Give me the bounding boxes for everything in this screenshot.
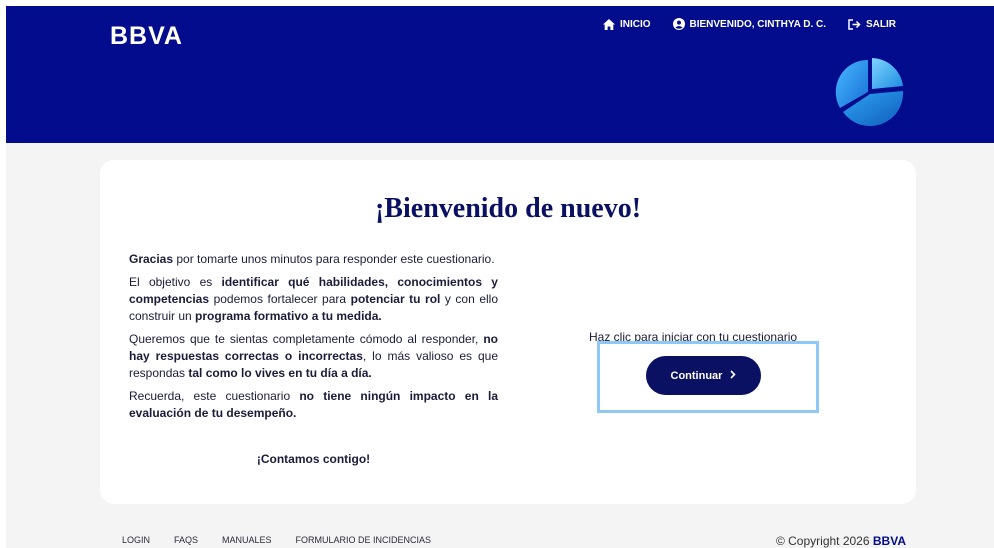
pie-chart-icon: [834, 56, 906, 128]
footer: LOGIN FAQS MANUALES FORMULARIO DE INCIDE…: [0, 534, 994, 548]
intro-paragraph-4: Recuerda, este cuestionario no tiene nin…: [129, 389, 498, 420]
intro-paragraph-2: El objetivo es identificar qué habilidad…: [129, 275, 498, 323]
footer-link-faqs[interactable]: FAQS: [174, 535, 198, 545]
welcome-card: ¡Bienvenido de nuevo! Gracias por tomart…: [100, 160, 916, 504]
intro-text: Gracias por tomarte unos minutos para re…: [129, 251, 498, 428]
page-title: ¡Bienvenido de nuevo!: [374, 193, 642, 224]
top-navigation: INICIO BIENVENIDO, CINTHYA D. C. SALIR: [602, 18, 896, 30]
copyright-brand: BBVA: [872, 534, 906, 548]
copyright: © Copyright 2026 BBVA: [776, 534, 906, 548]
footer-link-login[interactable]: LOGIN: [122, 535, 150, 545]
bbva-logo[interactable]: BBVA: [110, 22, 183, 51]
copyright-text: © Copyright 2026: [775, 534, 873, 548]
footer-link-incidencias[interactable]: FORMULARIO DE INCIDENCIAS: [296, 535, 432, 545]
footer-links: LOGIN FAQS MANUALES FORMULARIO DE INCIDE…: [122, 535, 431, 545]
nav-logout-label: SALIR: [866, 18, 896, 30]
user-circle-icon: [672, 18, 685, 30]
logout-icon: [848, 18, 861, 30]
nav-user-label: BIENVENIDO, CINTHYA D. C.: [689, 18, 827, 30]
nav-logout[interactable]: SALIR: [848, 19, 896, 30]
intro-paragraph-3: Queremos que te sientas completamente có…: [129, 332, 498, 380]
nav-home[interactable]: INICIO: [602, 18, 651, 30]
home-icon: [602, 18, 615, 30]
nav-user[interactable]: BIENVENIDO, CINTHYA D. C.: [672, 18, 827, 30]
footer-link-manuales[interactable]: MANUALES: [222, 535, 272, 545]
intro-paragraph-1: Gracias por tomarte unos minutos para re…: [129, 252, 495, 266]
closing-text: ¡Contamos contigo!: [256, 452, 371, 466]
continue-button[interactable]: Continuar: [646, 356, 761, 395]
chevron-right-icon: [730, 369, 737, 382]
continue-button-label: Continuar: [670, 369, 723, 382]
nav-home-label: INICIO: [619, 18, 651, 30]
